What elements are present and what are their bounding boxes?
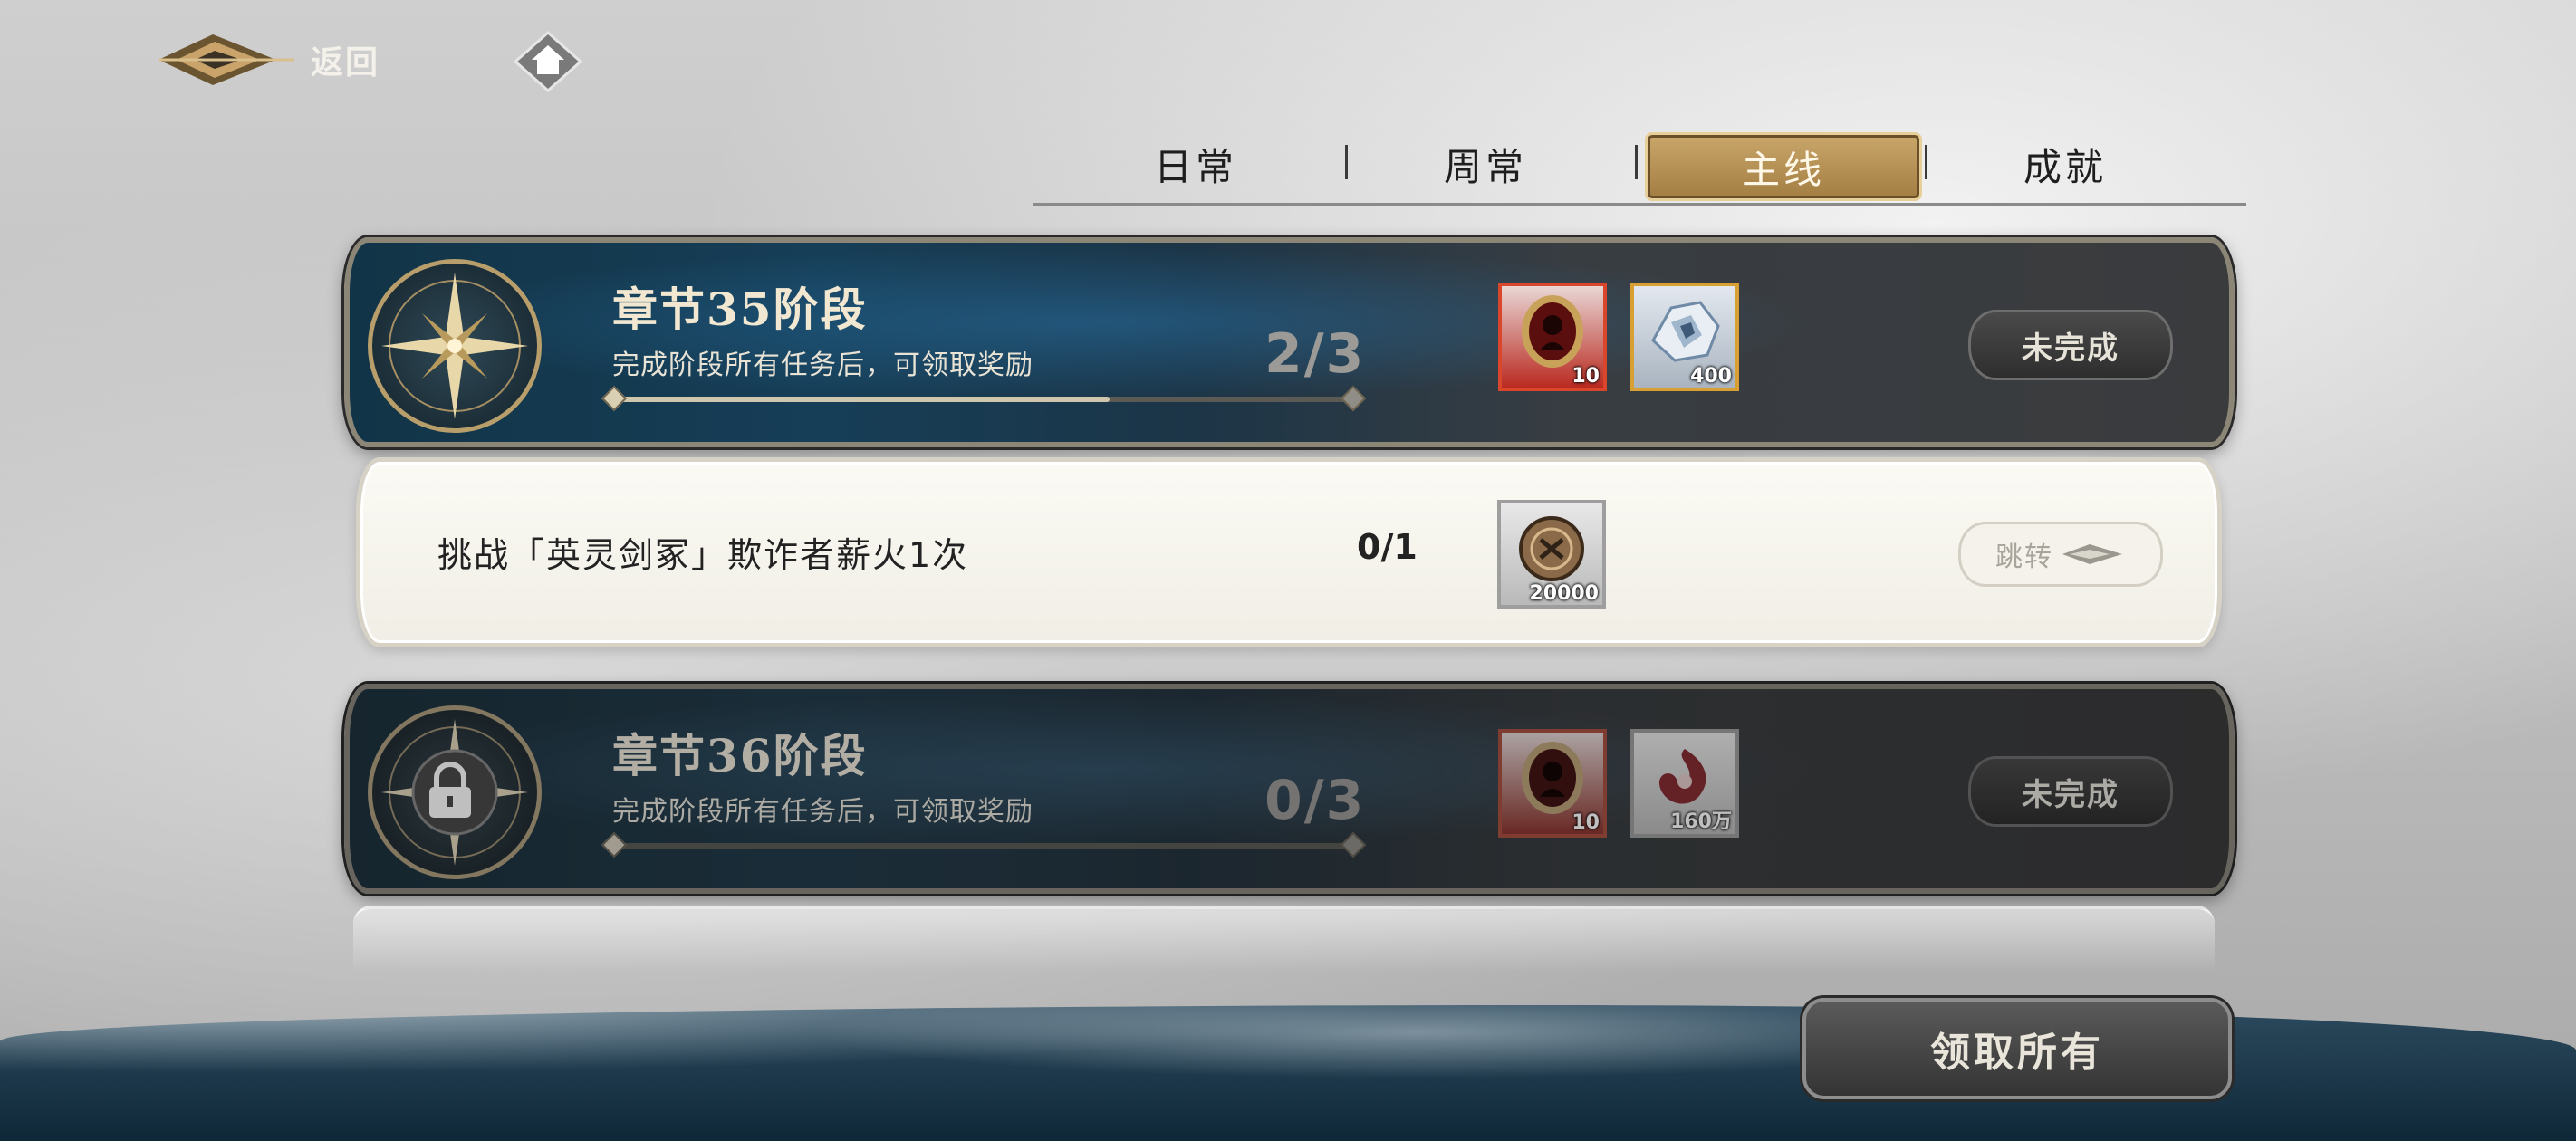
reward-item[interactable]: 20000 [1497, 500, 1606, 609]
reward-quantity: 160万 [1670, 810, 1732, 833]
reward-item[interactable]: 400 [1630, 283, 1739, 391]
tab-main-story[interactable]: 主线 [1645, 132, 1922, 201]
bronze-coin-icon [1515, 513, 1588, 589]
task-description: 挑战「英灵剑冢」欺诈者薪火1次 [437, 535, 969, 575]
chapter-status-button[interactable]: 未完成 [1968, 310, 2173, 380]
tab-achievements[interactable]: 成就 [1929, 132, 2201, 196]
go-to-task-label: 跳转 [1995, 542, 2053, 573]
back-label: 返回 [311, 44, 380, 82]
arrow-right-icon [2062, 544, 2122, 564]
chapter-subtitle: 完成阶段所有任务后，可领取奖励 [612, 350, 1033, 381]
tab-label: 日常 [1153, 144, 1237, 189]
claim-all-button[interactable]: 领取所有 [1802, 998, 2232, 1099]
reward-item[interactable]: 10 [1498, 283, 1607, 391]
tab-label: 主线 [1741, 147, 1825, 192]
reward-quantity: 10 [1572, 811, 1600, 834]
reward-quantity: 400 [1690, 365, 1732, 388]
chapter-progress-fill [612, 397, 1110, 402]
chapter-title: 章节35阶段 [612, 283, 868, 336]
chapter-progress-bar [601, 831, 1367, 858]
quest-tabs: 日常 周常 主线 成就 [1033, 127, 2246, 208]
chapter-status-button[interactable]: 未完成 [1968, 756, 2173, 827]
home-button[interactable] [512, 29, 584, 94]
progress-end-gem-icon [1340, 385, 1367, 412]
reward-quantity: 20000 [1529, 582, 1599, 605]
tab-weekly[interactable]: 周常 [1350, 132, 1621, 196]
reward-quantity: 10 [1572, 365, 1600, 388]
next-row-preview [353, 906, 2215, 973]
reward-item[interactable]: 10 [1498, 729, 1607, 838]
progress-start-gem-icon [601, 385, 628, 412]
back-arrow-icon [159, 27, 294, 92]
reward-item[interactable]: 160万 [1630, 729, 1739, 838]
tab-divider [1345, 145, 1348, 179]
chapter-card-locked: 章节36阶段 完成阶段所有任务后，可领取奖励 0/3 10 160万 未完成 [344, 684, 2235, 894]
chapter-title: 章节36阶段 [612, 729, 868, 782]
task-row: 挑战「英灵剑冢」欺诈者薪火1次 0/1 20000 跳转 [356, 457, 2222, 647]
progress-end-gem-icon [1340, 831, 1367, 858]
compass-icon [368, 259, 542, 433]
chapter-progress-count: 0/3 [1264, 769, 1366, 832]
chapter-progress-bar [601, 385, 1367, 412]
tab-divider [1925, 145, 1927, 179]
red-medallion-icon [1516, 291, 1589, 376]
go-to-task-button[interactable]: 跳转 [1958, 522, 2163, 587]
tab-label: 周常 [1443, 144, 1527, 189]
chapter-status-label: 未完成 [2022, 776, 2119, 813]
progress-start-gem-icon [601, 831, 628, 858]
task-progress: 0/1 [1357, 527, 1418, 567]
claim-all-label: 领取所有 [1930, 1030, 2104, 1076]
crystal-ore-icon [1644, 295, 1725, 371]
tab-daily[interactable]: 日常 [1060, 132, 1331, 196]
chapter-progress-count: 2/3 [1264, 322, 1366, 386]
chapter-subtitle: 完成阶段所有任务后，可领取奖励 [612, 796, 1033, 828]
back-button[interactable]: 返回 [159, 27, 430, 92]
tab-label: 成就 [2023, 144, 2107, 189]
lock-icon [424, 760, 476, 823]
home-icon [513, 30, 583, 93]
tabs-underline [1033, 203, 2246, 206]
chapter-status-label: 未完成 [2022, 330, 2119, 367]
tab-divider [1635, 145, 1638, 179]
red-medallion-icon [1516, 737, 1589, 822]
chapter-card: 章节35阶段 完成阶段所有任务后，可领取奖励 2/3 10 400 未完成 [344, 237, 2235, 447]
